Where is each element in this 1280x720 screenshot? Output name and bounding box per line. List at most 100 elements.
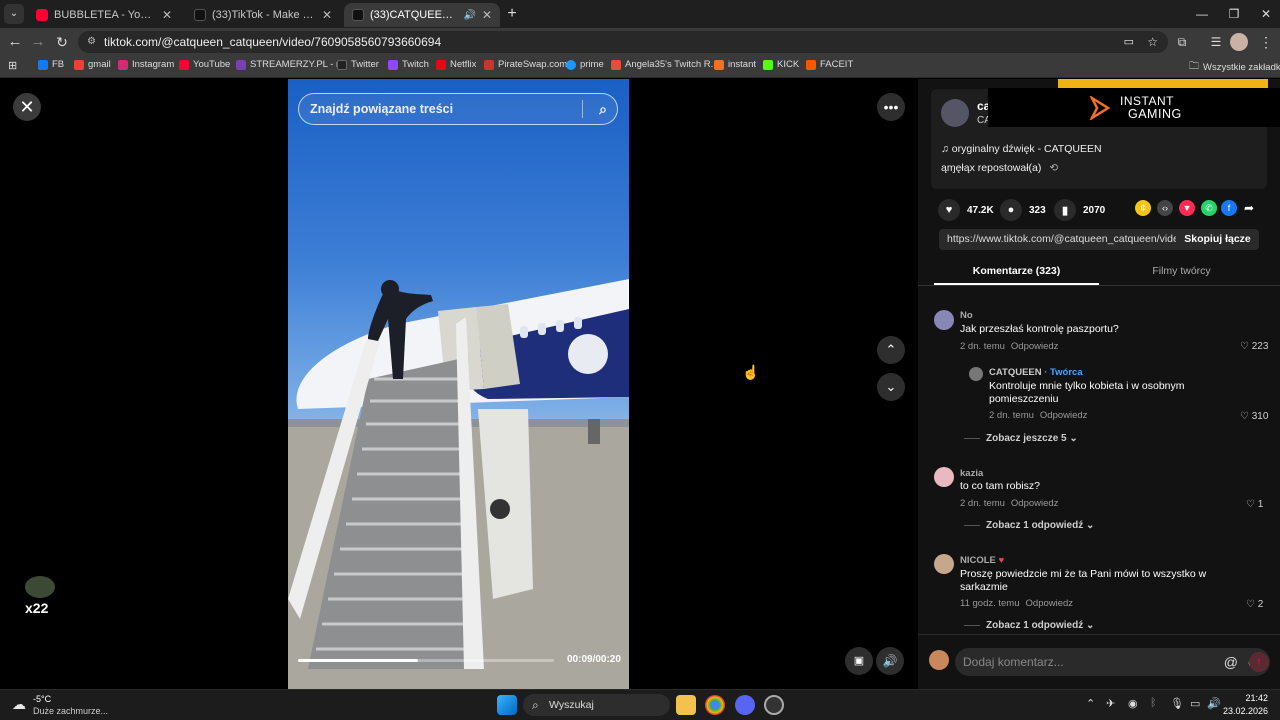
close-tab-icon[interactable]: ✕: [322, 8, 332, 22]
bluetooth-icon[interactable]: ᛒ: [1150, 697, 1157, 709]
reply-button[interactable]: Odpowiedz: [1011, 341, 1059, 352]
back-arrow-icon[interactable]: ←: [5, 32, 25, 52]
bookmark-instagram[interactable]: Instagram: [118, 59, 174, 70]
view-more-replies[interactable]: Zobacz 1 odpowiedź ⌄: [964, 620, 1094, 631]
close-tab-icon[interactable]: ✕: [162, 8, 172, 22]
view-more-replies[interactable]: Zobacz 1 odpowiedź ⌄: [964, 520, 1094, 531]
profile-avatar[interactable]: [1230, 33, 1248, 51]
comment-input[interactable]: Dodaj komentarz... @ ☺: [955, 648, 1270, 676]
comment-author[interactable]: kazia: [960, 468, 983, 479]
video-player[interactable]: Znajdź powiązane treści ⌕ 00:09/00:20: [288, 79, 629, 689]
menu-kebab-icon[interactable]: ⋮: [1256, 32, 1276, 52]
bookmark-fb[interactable]: FB: [38, 59, 64, 70]
author-avatar[interactable]: [941, 99, 969, 127]
tab-search-chevron-icon[interactable]: ⌄: [4, 4, 24, 24]
bookmark-gmail[interactable]: gmail: [74, 59, 111, 70]
discord-tray-icon[interactable]: ◉: [1128, 697, 1138, 710]
microphone-icon[interactable]: 🎙: [1170, 697, 1184, 710]
bookmark-netflix[interactable]: Netflix: [436, 59, 476, 70]
commenter-avatar[interactable]: [934, 310, 954, 330]
close-video-button[interactable]: ✕: [13, 93, 41, 121]
bookmark-twitch[interactable]: Twitch: [388, 59, 429, 70]
share-arrow-icon[interactable]: ➦: [1241, 200, 1257, 216]
bookmark-youtube[interactable]: YouTube: [179, 59, 230, 70]
reload-icon[interactable]: ↻: [52, 32, 72, 52]
tab-catqueen[interactable]: (33)CATQUEEN (@catqueen 🔊 ✕: [344, 3, 500, 27]
apps-grid-icon[interactable]: ⊞: [8, 59, 17, 72]
reply-button[interactable]: Odpowiedz: [1026, 598, 1074, 609]
clock-date[interactable]: 23.02.2026: [1214, 706, 1268, 716]
steam-icon[interactable]: [764, 695, 784, 715]
comment-likes[interactable]: ♡ 2: [1246, 599, 1263, 610]
bookmark-kick[interactable]: KICK: [763, 59, 799, 70]
embed-code-icon[interactable]: ‹›: [1157, 200, 1173, 216]
chevron-down-icon[interactable]: ⌄: [877, 373, 905, 401]
comment-likes[interactable]: ♡ 223: [1240, 341, 1268, 352]
comment-author[interactable]: No: [960, 310, 973, 321]
reply-button[interactable]: Odpowiedz: [1011, 498, 1059, 509]
related-search-input[interactable]: Znajdź powiązane treści ⌕: [298, 93, 618, 125]
reply-author[interactable]: CATQUEEN · Twórca: [989, 367, 1083, 378]
bookmark-prime[interactable]: prime: [566, 59, 604, 70]
bookmark-star-icon[interactable]: ☆: [1147, 31, 1158, 53]
copy-link-button[interactable]: Skopiuj łącze: [1176, 229, 1259, 250]
chrome-icon[interactable]: [705, 695, 725, 715]
discord-icon[interactable]: [735, 695, 755, 715]
sound-link[interactable]: ♫ oryginalny dźwięk - CATQUEEN: [941, 143, 1102, 155]
weather-cloud-icon[interactable]: ☁: [12, 696, 26, 713]
chevron-up-icon[interactable]: ⌃: [1086, 697, 1095, 710]
site-info-icon[interactable]: ⚙: [87, 31, 96, 53]
windows-start-icon[interactable]: [497, 695, 517, 715]
close-tab-icon[interactable]: ✕: [482, 8, 492, 22]
like-button[interactable]: ♥ 47.2K: [938, 199, 994, 221]
tab-creator-videos[interactable]: Filmy twórcy: [1099, 260, 1264, 285]
comment-likes[interactable]: ♡ 310: [1240, 411, 1268, 422]
bookmark-streamerzy[interactable]: STREAMERZY.PL - r...: [236, 59, 347, 70]
search-icon[interactable]: ⌕: [599, 94, 607, 124]
view-more-replies[interactable]: Zobacz jeszcze 5 ⌄: [964, 433, 1078, 444]
new-tab-plus-icon[interactable]: +: [502, 4, 522, 24]
close-window-icon[interactable]: ✕: [1250, 4, 1280, 24]
tray-app-icon[interactable]: ✈: [1106, 697, 1115, 710]
all-bookmarks[interactable]: 🗀 Wszystkie zakładki: [1189, 59, 1280, 76]
facebook-share-icon[interactable]: f: [1221, 200, 1237, 216]
bookmark-instant[interactable]: instant: [714, 59, 756, 70]
minimize-icon[interactable]: —: [1186, 4, 1218, 24]
send-icon[interactable]: ▼: [1179, 200, 1195, 216]
comment-button[interactable]: ● 323: [1000, 199, 1046, 221]
comment-likes[interactable]: ♡ 1: [1246, 499, 1263, 510]
video-link-field[interactable]: https://www.tiktok.com/@catqueen_catquee…: [939, 229, 1259, 250]
restore-icon[interactable]: ❐: [1218, 4, 1250, 24]
instant-gaming-ad[interactable]: INSTANT GAMING: [988, 88, 1280, 127]
save-button[interactable]: ▮ 2070: [1054, 199, 1105, 221]
file-explorer-icon[interactable]: [676, 695, 696, 715]
commenter-avatar[interactable]: [934, 554, 954, 574]
pip-icon[interactable]: ▣: [845, 647, 873, 675]
chevron-up-icon[interactable]: ⌃: [877, 336, 905, 364]
whatsapp-icon[interactable]: ✆: [1201, 200, 1217, 216]
tab-youtube[interactable]: BUBBLETEA - YouTube ✕: [28, 3, 180, 27]
cast-icon[interactable]: ▭: [1124, 31, 1134, 53]
bookmark-faceit[interactable]: FACEIT: [806, 59, 853, 70]
reply-button[interactable]: Odpowiedz: [1040, 410, 1088, 421]
taskbar-search[interactable]: ⌕ Wyszukaj: [523, 694, 670, 716]
bookmark-angela[interactable]: Angela35's Twitch R...: [611, 59, 719, 70]
video-progress-bar[interactable]: [298, 659, 554, 662]
bookmark-twitter[interactable]: Twitter: [337, 59, 379, 70]
comment-author[interactable]: NICOLE ♥: [960, 555, 1004, 566]
extensions-icon[interactable]: ⧉: [1172, 32, 1192, 52]
coin-share-icon[interactable]: ¢: [1135, 200, 1151, 216]
more-options-icon[interactable]: •••: [877, 93, 905, 121]
commenter-avatar[interactable]: [934, 467, 954, 487]
volume-icon[interactable]: 🔊: [876, 647, 904, 675]
network-icon[interactable]: ▭: [1190, 697, 1200, 710]
bookmark-pirateswap[interactable]: PirateSwap.com: [484, 59, 567, 70]
post-arrow-icon[interactable]: ↑: [1249, 652, 1269, 672]
reading-list-icon[interactable]: ☰: [1206, 32, 1226, 52]
tab-tiktok[interactable]: (33)TikTok - Make Your Day ✕: [186, 3, 340, 27]
speaker-icon[interactable]: 🔊: [463, 10, 475, 21]
tab-comments[interactable]: Komentarze (323): [934, 260, 1099, 285]
forward-arrow-icon[interactable]: →: [28, 32, 48, 52]
mention-icon[interactable]: @: [1224, 648, 1238, 676]
clock-time[interactable]: 21:42: [1232, 693, 1268, 703]
